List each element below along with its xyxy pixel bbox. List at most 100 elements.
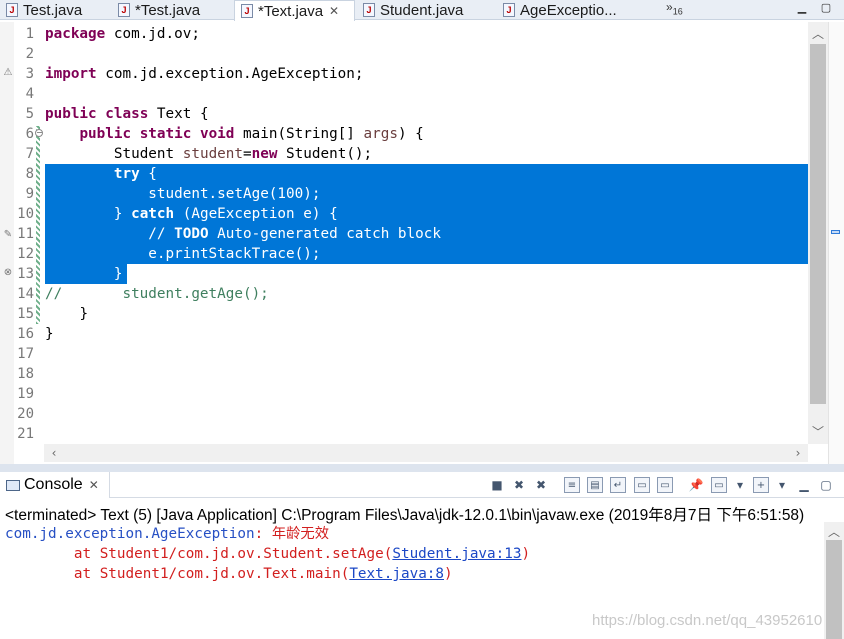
stack-frame: at Student1/com.jd.ov.Text.main( [5, 566, 350, 582]
change-ruler [36, 126, 40, 324]
scroll-up-icon[interactable]: ︿ [810, 26, 826, 42]
code-text: Text { [148, 106, 209, 122]
overview-marker[interactable] [831, 230, 840, 234]
remove-all-terminated-icon[interactable]: ✖ [533, 477, 549, 493]
code-line: } [45, 324, 808, 344]
more-tabs-button[interactable]: »16 [666, 0, 683, 16]
warning-icon[interactable]: ⚠ [3, 66, 13, 80]
line-number: 17 [17, 346, 34, 362]
source-code[interactable]: package com.jd.ov; import com.jd.excepti… [45, 24, 808, 344]
tab-student-java[interactable]: J Student.java [357, 0, 495, 20]
pane-separator[interactable] [0, 464, 844, 472]
tab-ageexception-java[interactable]: J AgeExceptio... [497, 0, 647, 20]
stack-frame-end: ) [521, 546, 531, 562]
chevron-down-icon[interactable]: ▾ [774, 477, 790, 493]
java-file-icon: J [363, 3, 375, 17]
tab-test-java[interactable]: J Test.java [0, 0, 112, 20]
close-icon[interactable]: ✕ [329, 4, 339, 18]
error-icon[interactable]: ⊗ [3, 266, 13, 280]
watermark: https://blog.csdn.net/qq_43952610 [592, 612, 823, 629]
editor-horizontal-scrollbar[interactable] [44, 444, 808, 462]
code-line: Student student=new Student(); [45, 144, 808, 164]
line-number: 12 [17, 246, 34, 262]
comment: // [148, 226, 175, 242]
pin-console-icon[interactable]: 📌 [688, 477, 704, 493]
console-scroll-thumb[interactable] [826, 540, 842, 639]
code-text: ) { [397, 126, 424, 142]
keyword: catch [131, 206, 175, 222]
source-link[interactable]: Student.java:13 [392, 546, 521, 562]
maximize-icon[interactable]: ▢ [820, 2, 832, 14]
code-text: = [243, 146, 252, 162]
todo-tag: TODO [174, 226, 209, 242]
code-line-selected: } [45, 264, 808, 284]
scroll-up-icon[interactable]: ︿ [826, 524, 842, 540]
minimize-icon[interactable]: ▁ [796, 477, 812, 493]
open-console-icon[interactable]: + [753, 477, 769, 493]
quick-fix-icon[interactable]: ✎ [3, 228, 13, 242]
code-text: com.jd.exception.AgeException; [96, 66, 364, 82]
line-number: 15 [17, 306, 34, 322]
overview-ruler [828, 22, 844, 464]
console-tab[interactable]: Console ✕ [0, 472, 110, 498]
editor-tab-bar: J Test.java J *Test.java J *Text.java ✕ … [0, 0, 844, 21]
code-text: } [45, 326, 54, 342]
line-number: 19 [17, 386, 34, 402]
code-line-selected: } catch (AgeException e) { [45, 204, 808, 224]
exception-class-link[interactable]: com.jd.exception.AgeException [5, 526, 255, 542]
line-number: 1 [25, 26, 34, 42]
close-icon[interactable]: ✕ [89, 478, 99, 492]
terminate-icon[interactable]: ■ [489, 477, 505, 493]
keyword: package [45, 26, 106, 42]
code-line-selected: e.printStackTrace(); [45, 244, 808, 264]
java-file-icon: J [503, 3, 515, 17]
console-icon [6, 479, 20, 491]
code-text: com.jd.ov; [105, 26, 200, 42]
code-line: // student.getAge(); [45, 284, 808, 304]
code-line: public class Text { [45, 104, 808, 124]
keyword: static [139, 126, 192, 142]
keyword: public [45, 106, 97, 122]
line-number: 10 [17, 206, 34, 222]
code-text: (AgeException e) { [174, 206, 338, 222]
clear-console-icon[interactable]: ≡ [564, 477, 580, 493]
editor-scroll-thumb[interactable] [810, 44, 826, 404]
console-process-title: <terminated> Text (5) [Java Application]… [5, 507, 805, 524]
tab-label: *Test.java [135, 1, 201, 19]
source-link[interactable]: Text.java:8 [349, 566, 444, 582]
code-line: public static void main(String[] args) { [45, 124, 808, 144]
line-number: 2 [25, 46, 34, 62]
keyword: void [199, 126, 235, 142]
scroll-left-icon[interactable]: ‹ [46, 445, 62, 461]
console-line: at Student1/com.jd.ov.Student.setAge(Stu… [5, 544, 530, 564]
show-stdout-icon[interactable]: ▭ [634, 477, 650, 493]
scroll-lock-icon[interactable]: ▤ [587, 477, 603, 493]
code-text: e.printStackTrace(); [148, 246, 321, 262]
line-number: 6 [25, 126, 34, 142]
console-line: com.jd.exception.AgeException: 年龄无效 [5, 524, 530, 544]
line-number: 9 [25, 186, 34, 202]
minimize-icon[interactable]: ▁ [796, 2, 808, 14]
fold-toggle-icon[interactable]: − [35, 129, 43, 137]
scroll-down-icon[interactable]: ﹀ [810, 424, 826, 440]
show-stderr-icon[interactable]: ▭ [657, 477, 673, 493]
tab-test-java-modified[interactable]: J *Test.java [112, 0, 234, 20]
scroll-right-icon[interactable]: › [790, 445, 806, 461]
chevron-down-icon[interactable]: ▾ [732, 477, 748, 493]
java-file-error-icon: J [118, 3, 130, 17]
tab-label: AgeExceptio... [520, 1, 617, 19]
tab-text-java[interactable]: J *Text.java ✕ [234, 0, 355, 21]
word-wrap-icon[interactable]: ↵ [610, 477, 626, 493]
console-output[interactable]: com.jd.exception.AgeException: 年龄无效 at S… [5, 524, 530, 584]
tab-label: *Text.java [258, 2, 324, 20]
line-number: 7 [25, 146, 34, 162]
line-numbers: 1 2 3 4 5 6 7 8 9 10 11 12 13 14 15 16 1… [14, 24, 34, 444]
java-file-icon: J [241, 4, 253, 18]
remove-launch-icon[interactable]: ✖ [511, 477, 527, 493]
keyword: class [105, 106, 149, 122]
line-number: 5 [25, 106, 34, 122]
maximize-icon[interactable]: ▢ [818, 477, 834, 493]
display-selected-console-icon[interactable]: ▭ [711, 477, 727, 493]
line-number: 13 [17, 266, 34, 282]
